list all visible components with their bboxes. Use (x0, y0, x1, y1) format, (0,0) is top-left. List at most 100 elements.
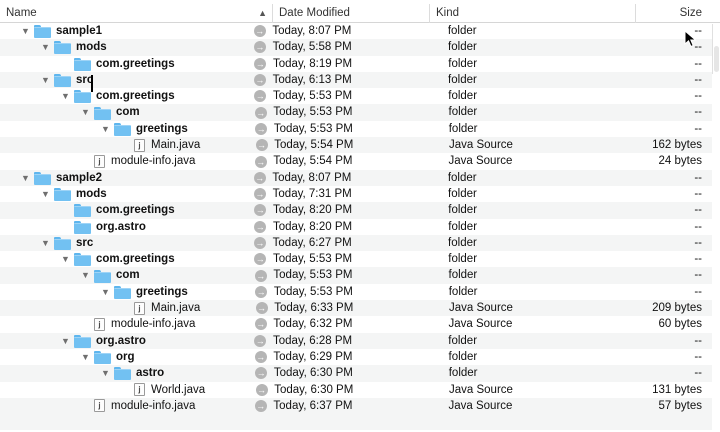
folder-icon (34, 25, 51, 39)
go-arrow-icon[interactable]: → (253, 25, 266, 38)
disclosure-triangle-icon[interactable]: ▼ (40, 75, 51, 86)
go-arrow-icon[interactable]: → (254, 204, 267, 217)
go-arrow-icon[interactable]: → (254, 351, 267, 364)
disclosure-triangle-icon[interactable]: ▼ (100, 368, 111, 379)
column-header-kind[interactable]: Kind (430, 4, 636, 23)
column-header-size[interactable]: Size (636, 4, 708, 23)
folder-icon (74, 253, 91, 267)
folder-row[interactable]: ▼ astro → Today, 6:30 PM folder -- (0, 365, 712, 382)
column-header-date-modified[interactable]: Date Modified (273, 4, 430, 23)
go-arrow-icon[interactable]: → (255, 139, 268, 152)
go-arrow-icon[interactable]: → (255, 383, 268, 396)
go-arrow-icon[interactable]: → (254, 106, 267, 119)
folder-row[interactable]: ▼ greetings → Today, 5:53 PM folder -- (0, 121, 712, 137)
folder-row[interactable]: ▼ mods → Today, 7:31 PM folder -- (0, 186, 712, 202)
folder-row[interactable]: ▼ src → Today, 6:13 PM folder -- (0, 71, 712, 89)
folder-row[interactable]: ▼ org.astro → Today, 6:28 PM folder -- (0, 332, 712, 349)
disclosure-triangle-icon[interactable]: ▼ (80, 270, 91, 281)
arrow-cell: → (253, 300, 270, 316)
go-arrow-icon[interactable]: → (253, 41, 266, 54)
file-row[interactable]: j module-info.java → Today, 6:37 PM Java Sou… (0, 397, 712, 415)
kind-cell: folder (448, 106, 478, 119)
kind-cell: Java Source (448, 318, 513, 331)
arrow-cell: → (252, 267, 269, 283)
folder-row[interactable]: ▼ org → Today, 6:29 PM folder -- (0, 349, 712, 365)
file-row[interactable]: j module-info.java → Today, 6:32 PM Java Sou… (0, 316, 712, 332)
empty-row (0, 414, 712, 431)
file-row[interactable]: j Main.java → Today, 6:33 PM Java Source 209 … (0, 300, 712, 317)
folder-row[interactable]: org.astro → Today, 8:20 PM folder -- (0, 219, 712, 235)
size-cell: -- (694, 57, 702, 70)
column-header-date-label: Date Modified (279, 7, 350, 19)
disclosure-triangle-icon[interactable]: ▼ (40, 189, 51, 200)
file-row[interactable]: j World.java → Today, 6:30 PM Java Source 131… (0, 382, 712, 398)
java-file-icon: j (94, 399, 105, 413)
go-arrow-icon[interactable]: → (254, 269, 267, 282)
size-cell: -- (694, 73, 702, 86)
disclosure-triangle-icon[interactable]: ▼ (20, 172, 31, 183)
column-header-kind-label: Kind (436, 7, 460, 19)
go-arrow-icon[interactable]: → (255, 285, 268, 298)
item-name: astro (136, 367, 165, 380)
disclosure-triangle-icon[interactable]: ▼ (100, 123, 111, 134)
size-cell: -- (694, 253, 702, 266)
folder-row[interactable]: com.greetings → Today, 8:20 PM folder -- (0, 202, 712, 219)
disclosure-triangle-icon[interactable]: ▼ (60, 254, 71, 265)
disclosure-triangle-icon[interactable]: ▼ (60, 91, 71, 102)
item-name: com.greetings (96, 57, 175, 70)
item-name: com.greetings (96, 204, 175, 217)
date-modified-cell: Today, 6:28 PM (273, 334, 353, 347)
go-arrow-icon[interactable]: → (254, 253, 267, 266)
kind-cell: folder (448, 334, 478, 347)
size-cell: 209 bytes (652, 302, 702, 315)
date-modified-cell: Today, 6:37 PM (273, 399, 353, 412)
name-cell: ▼ com.greetings (0, 88, 252, 104)
go-arrow-icon[interactable]: → (255, 367, 268, 380)
folder-row[interactable]: ▼ src → Today, 6:27 PM folder -- (0, 234, 712, 252)
folder-row[interactable]: ▼ com → Today, 5:53 PM folder -- (0, 267, 712, 284)
go-arrow-icon[interactable]: → (254, 399, 267, 412)
go-arrow-icon[interactable]: → (255, 122, 268, 135)
folder-icon (94, 269, 111, 283)
folder-row[interactable]: ▼ sample1 → Today, 8:07 PM folder -- (0, 23, 712, 39)
disclosure-triangle-icon[interactable]: ▼ (60, 335, 71, 346)
disclosure-triangle-icon[interactable]: ▼ (40, 42, 51, 53)
folder-row[interactable]: ▼ greetings → Today, 5:53 PM folder -- (0, 284, 712, 300)
text-cursor (91, 75, 93, 92)
name-cell: ▼ mods (0, 186, 251, 202)
file-row[interactable]: j module-info.java → Today, 5:54 PM Java Sou… (0, 153, 712, 169)
go-arrow-icon[interactable]: → (253, 171, 266, 184)
go-arrow-icon[interactable]: → (254, 155, 267, 168)
folder-row[interactable]: ▼ mods → Today, 5:58 PM folder -- (0, 39, 712, 56)
name-cell: ▼ com (0, 267, 252, 283)
file-row[interactable]: j Main.java → Today, 5:54 PM Java Source 162 … (0, 137, 712, 154)
go-arrow-icon[interactable]: → (253, 237, 266, 249)
column-header-name[interactable]: Name ▲ (0, 4, 273, 23)
disclosure-triangle-icon[interactable]: ▼ (80, 107, 91, 118)
go-arrow-icon[interactable]: → (254, 318, 267, 331)
folder-row[interactable]: ▼ sample2 → Today, 8:07 PM folder -- (0, 169, 712, 186)
folder-row[interactable]: ▼ com.greetings → Today, 5:53 PM folder -- (0, 88, 712, 104)
go-arrow-icon[interactable]: → (254, 334, 267, 347)
disclosure-triangle-icon[interactable]: ▼ (100, 286, 111, 297)
go-arrow-icon[interactable]: → (255, 302, 268, 315)
name-cell: org.astro (0, 219, 252, 235)
vertical-scrollbar[interactable] (712, 24, 720, 74)
go-arrow-icon[interactable]: → (254, 57, 267, 70)
disclosure-triangle-icon[interactable]: ▼ (20, 26, 31, 37)
go-arrow-icon[interactable]: → (253, 74, 266, 87)
disclosure-triangle-icon[interactable]: ▼ (80, 352, 91, 363)
size-cell: -- (694, 220, 702, 233)
go-arrow-icon[interactable]: → (253, 188, 266, 201)
item-name: org.astro (96, 334, 146, 347)
go-arrow-icon[interactable]: → (254, 220, 267, 233)
scrollbar-thumb[interactable] (714, 46, 719, 72)
disclosure-triangle-icon[interactable]: ▼ (40, 238, 51, 249)
folder-row[interactable]: com.greetings → Today, 8:19 PM folder -- (0, 56, 712, 72)
folder-icon (74, 57, 91, 71)
arrow-cell: → (253, 382, 270, 398)
folder-row[interactable]: ▼ com → Today, 5:53 PM folder -- (0, 104, 712, 121)
folder-row[interactable]: ▼ com.greetings → Today, 5:53 PM folder -- (0, 251, 712, 267)
go-arrow-icon[interactable]: → (254, 90, 267, 103)
